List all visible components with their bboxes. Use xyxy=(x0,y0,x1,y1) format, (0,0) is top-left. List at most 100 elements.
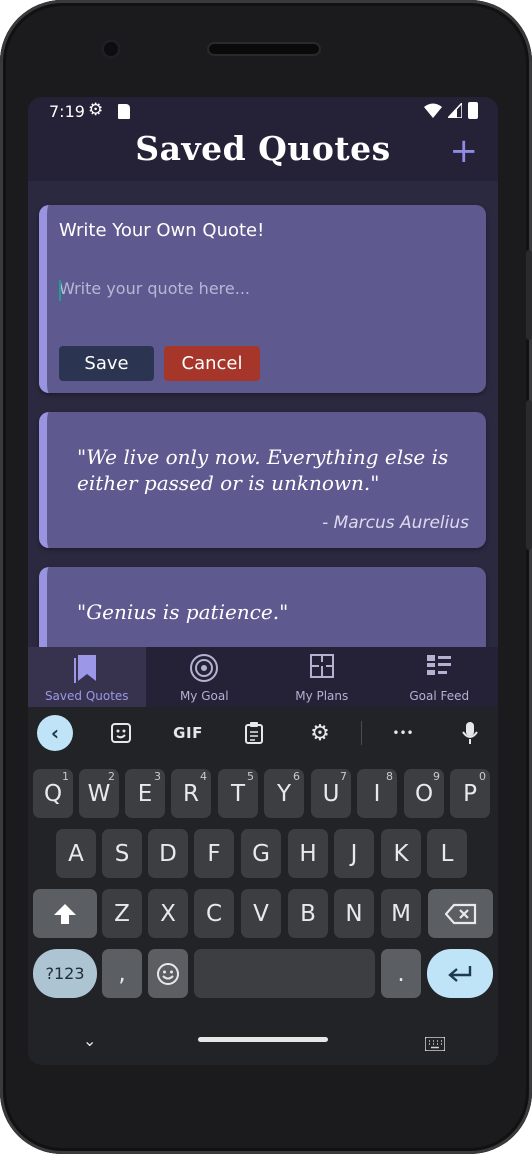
key-o[interactable]: O9 xyxy=(404,769,444,818)
key-z[interactable]: Z xyxy=(102,889,142,938)
nav-label: My Goal xyxy=(179,689,229,703)
key-label: I xyxy=(373,780,381,807)
key-label: T xyxy=(230,780,246,807)
status-time: 7:19 xyxy=(49,102,85,121)
space-key[interactable] xyxy=(194,949,375,998)
nav-label: My Plans xyxy=(295,689,349,703)
key-number-hint: 6 xyxy=(293,770,300,783)
soft-keyboard: ‹ GIF ⚙ ••• Q1 W2 E3 R4 T5 Y6 U 7 I 8 O … xyxy=(28,707,498,1065)
key-number-hint: 2 xyxy=(108,770,115,783)
emoji-key[interactable] xyxy=(148,949,188,998)
feed-icon xyxy=(381,653,499,683)
page-title: Saved Quotes xyxy=(135,129,391,168)
volume-button xyxy=(526,400,532,550)
nav-item-goal-feed[interactable]: Goal Feed xyxy=(381,647,499,707)
chevron-left-icon[interactable]: ‹ xyxy=(37,715,73,751)
key-label: U xyxy=(322,780,340,807)
keyboard-icon[interactable] xyxy=(424,1036,446,1055)
bottom-navigation: Saved Quotes My Goal My Plans Goal Feed xyxy=(28,647,498,707)
enter-icon xyxy=(448,965,472,982)
quote-text: "Genius is patience." xyxy=(77,600,289,624)
nav-item-my-plans[interactable]: My Plans xyxy=(263,647,381,707)
key-g[interactable]: G xyxy=(241,829,281,878)
key-q[interactable]: Q1 xyxy=(33,769,73,818)
earpiece-speaker xyxy=(207,42,321,56)
key-h[interactable]: H xyxy=(288,829,328,878)
keyboard-toolbar: ‹ GIF ⚙ ••• xyxy=(28,707,498,759)
home-indicator[interactable] xyxy=(198,1037,328,1042)
key-c[interactable]: C xyxy=(194,889,234,938)
cancel-button[interactable]: Cancel xyxy=(164,346,260,381)
shift-key[interactable] xyxy=(33,889,97,938)
period-key[interactable]: . xyxy=(381,949,421,998)
clipboard-icon[interactable] xyxy=(239,715,269,751)
key-x[interactable]: X xyxy=(148,889,188,938)
key-i[interactable]: I8 xyxy=(357,769,397,818)
key-y[interactable]: Y6 xyxy=(264,769,304,818)
key-a[interactable]: A xyxy=(56,829,96,878)
key-d[interactable]: D xyxy=(148,829,188,878)
nav-label: Saved Quotes xyxy=(44,689,129,703)
sticker-icon[interactable] xyxy=(106,715,136,751)
key-s[interactable]: S xyxy=(102,829,142,878)
nav-item-saved-quotes[interactable]: Saved Quotes xyxy=(28,647,146,707)
add-quote-button[interactable]: + xyxy=(450,131,479,171)
text-cursor xyxy=(59,280,61,301)
floorplan-icon xyxy=(263,653,381,683)
key-label: E xyxy=(137,780,153,807)
shift-icon xyxy=(54,903,76,924)
sd-card-icon xyxy=(118,104,130,119)
key-label: P xyxy=(463,780,477,807)
key-b[interactable]: B xyxy=(288,889,328,938)
save-button[interactable]: Save xyxy=(59,346,154,381)
chevron-down-icon[interactable]: ⌄ xyxy=(83,1031,96,1050)
quotes-list[interactable]: Write Your Own Quote! Save Cancel "We li… xyxy=(28,181,498,647)
key-j[interactable]: J xyxy=(334,829,374,878)
status-bar: 7:19 ⚙ xyxy=(28,97,498,127)
target-icon xyxy=(146,653,264,683)
key-k[interactable]: K xyxy=(381,829,421,878)
key-f[interactable]: F xyxy=(194,829,234,878)
power-button xyxy=(526,250,532,340)
write-quote-card: Write Your Own Quote! Save Cancel xyxy=(39,205,486,393)
navigation-bar: ⌄ xyxy=(28,1025,498,1065)
more-options-icon[interactable]: ••• xyxy=(388,715,418,751)
quote-card[interactable]: "Genius is patience." xyxy=(39,567,486,647)
settings-icon[interactable]: ⚙ xyxy=(305,715,335,751)
key-w[interactable]: W2 xyxy=(79,769,119,818)
key-v[interactable]: V xyxy=(241,889,281,938)
gear-icon: ⚙ xyxy=(88,100,104,120)
key-l[interactable]: L xyxy=(427,829,467,878)
emoji-icon xyxy=(157,962,179,985)
signal-icon xyxy=(448,103,462,118)
microphone-icon[interactable] xyxy=(455,715,485,751)
gif-button[interactable]: GIF xyxy=(168,715,208,751)
enter-key[interactable] xyxy=(427,949,493,998)
symbols-key[interactable]: ?123 xyxy=(33,949,97,998)
key-label: O xyxy=(414,780,434,807)
bookmark-icon xyxy=(28,653,146,683)
screen: 7:19 ⚙ Saved Quotes + Write Your Own Quo… xyxy=(28,97,498,1065)
key-number-hint: 8 xyxy=(386,770,393,783)
key-label: W xyxy=(87,780,111,807)
app-bar: Saved Quotes + xyxy=(28,127,498,181)
key-u[interactable]: U7 xyxy=(311,769,351,818)
key-n[interactable]: N xyxy=(334,889,374,938)
key-m[interactable]: M xyxy=(381,889,421,938)
quote-card[interactable]: "We live only now. Everything else is ei… xyxy=(39,412,486,548)
key-number-hint: 9 xyxy=(433,770,440,783)
quote-input[interactable] xyxy=(59,279,459,298)
key-t[interactable]: T5 xyxy=(218,769,258,818)
status-icons xyxy=(424,102,478,119)
comma-key[interactable]: , xyxy=(102,949,142,998)
backspace-icon xyxy=(444,903,476,924)
quote-author: - Marcus Aurelius xyxy=(322,513,469,533)
key-e[interactable]: E3 xyxy=(125,769,165,818)
quote-text: "We live only now. Everything else is ei… xyxy=(77,445,449,495)
key-r[interactable]: R4 xyxy=(171,769,211,818)
nav-item-my-goal[interactable]: My Goal xyxy=(146,647,264,707)
key-label: Q xyxy=(43,780,63,807)
write-quote-title: Write Your Own Quote! xyxy=(59,220,265,241)
key-p[interactable]: P0 xyxy=(450,769,490,818)
backspace-key[interactable] xyxy=(428,889,493,938)
